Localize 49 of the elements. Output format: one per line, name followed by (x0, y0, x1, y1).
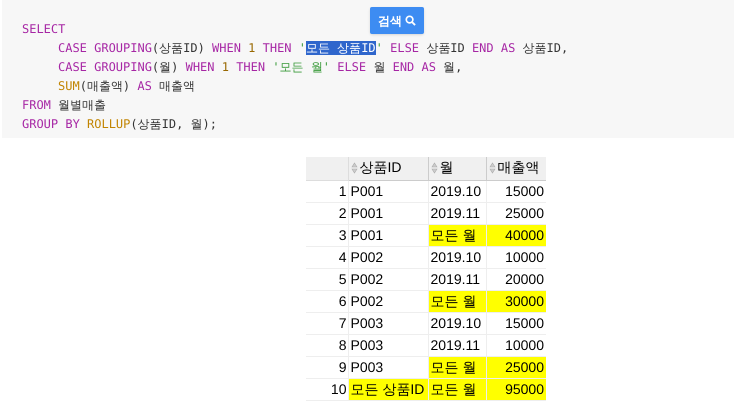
table-cell: 2019.10 (428, 246, 486, 268)
row-number: 6 (306, 290, 348, 312)
table-cell: 25000 (486, 356, 546, 378)
table-cell: 40000 (486, 224, 546, 246)
table-cell: P002 (348, 246, 428, 268)
column-header[interactable]: 월 (428, 157, 486, 180)
code-line: CASE GROUPING(상품ID) WHEN 1 THEN '모든 상품ID' ELSE 상품ID END AS 상품ID, (57, 40, 568, 57)
column-header[interactable]: 매출액 (486, 157, 546, 180)
table-cell: 25000 (486, 202, 546, 224)
row-number: 8 (306, 334, 348, 356)
row-number: 4 (306, 246, 348, 268)
sort-icon (350, 162, 358, 174)
code-line: GROUP BY ROLLUP(상품ID, 월); (22, 116, 217, 133)
table-cell: 모든 월 (428, 356, 486, 378)
row-number: 9 (306, 356, 348, 378)
table-cell: 2019.11 (428, 202, 486, 224)
table-cell: 10000 (486, 334, 546, 356)
table-cell: P001 (348, 202, 428, 224)
code-line: CASE GROUPING(월) WHEN 1 THEN '모든 월' ELSE 월 END AS 월, (57, 59, 462, 76)
sort-icon (430, 162, 438, 174)
table-cell: 2019.11 (428, 268, 486, 290)
table-cell: 모든 월 (428, 224, 486, 246)
row-number: 5 (306, 268, 348, 290)
column-header[interactable]: 상품ID (348, 157, 428, 180)
table-cell: 20000 (486, 268, 546, 290)
table-cell: 2019.11 (428, 334, 486, 356)
code-line: SUM(매출액) AS 매출액 (57, 78, 196, 95)
table-cell: P003 (348, 334, 428, 356)
table-cell: 모든 월 (428, 290, 486, 312)
row-number: 2 (306, 202, 348, 224)
search-icon (405, 15, 416, 26)
table-cell: P001 (348, 180, 428, 202)
table-cell: P003 (348, 312, 428, 334)
row-number: 3 (306, 224, 348, 246)
sort-icon (488, 162, 496, 174)
row-number: 1 (306, 180, 348, 202)
table-cell: P002 (348, 268, 428, 290)
table-cell: 10000 (486, 246, 546, 268)
row-number: 7 (306, 312, 348, 334)
table-cell: 15000 (486, 312, 546, 334)
code-line: SELECT (22, 21, 66, 38)
table-cell: 95000 (486, 378, 546, 400)
table-cell: 모든 상품ID (348, 378, 428, 400)
table-cell: 2019.10 (428, 180, 486, 202)
table-cell: 30000 (486, 290, 546, 312)
table-cell: 15000 (486, 180, 546, 202)
table-cell: 2019.10 (428, 312, 486, 334)
table-cell: 모든 월 (428, 378, 486, 400)
code-line: FROM 월별매출 (22, 97, 106, 114)
